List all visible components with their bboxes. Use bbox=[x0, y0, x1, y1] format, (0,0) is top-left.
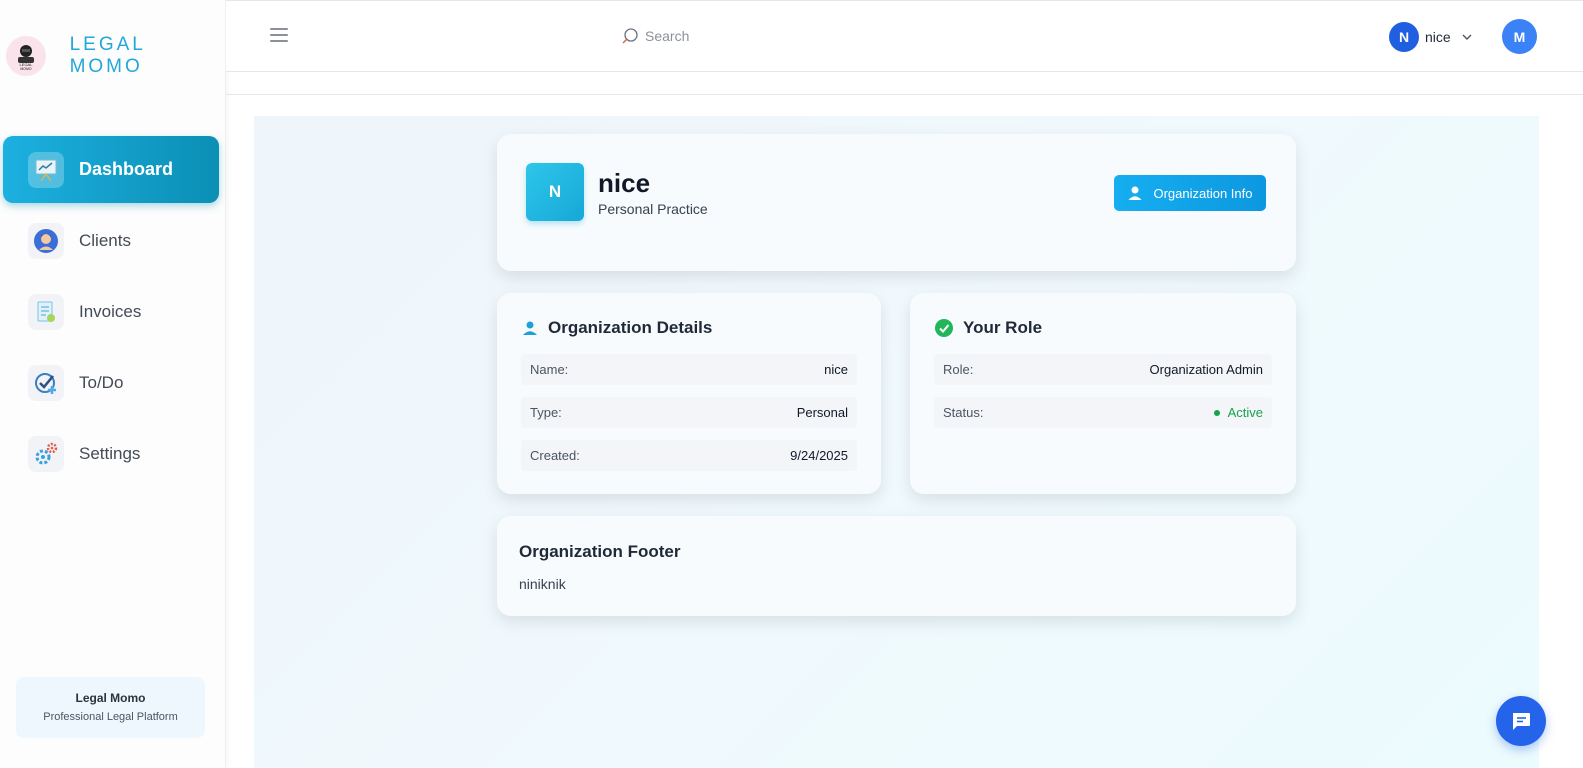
role-value: Organization Admin bbox=[1149, 362, 1263, 377]
sidebar-item-settings[interactable]: Settings bbox=[3, 420, 219, 487]
top-header: Search N nice M bbox=[226, 0, 1583, 72]
user-avatar: N bbox=[1389, 22, 1419, 52]
detail-key: Created: bbox=[530, 448, 580, 463]
footer-text: niniknik bbox=[519, 576, 566, 592]
status-dot-icon bbox=[1213, 409, 1220, 416]
sidebar-footer-subtitle: Professional Legal Platform bbox=[43, 711, 178, 723]
user-name: nice bbox=[1425, 29, 1451, 45]
organization-footer-card: Organization Footer niniknik bbox=[497, 516, 1296, 616]
org-name: nice bbox=[598, 168, 651, 198]
chat-icon bbox=[1513, 713, 1530, 730]
menu-toggle-icon[interactable] bbox=[270, 28, 288, 42]
detail-value: nice bbox=[824, 362, 848, 377]
organization-details-card: Organization Details Name: nice Type: Pe… bbox=[497, 293, 881, 494]
person-icon bbox=[28, 222, 64, 259]
check-plus-icon bbox=[28, 364, 64, 401]
status-row: Status: Active bbox=[934, 397, 1272, 428]
detail-row-type: Type: Personal bbox=[521, 397, 857, 428]
detail-row-created: Created: 9/24/2025 bbox=[521, 440, 857, 471]
user-icon bbox=[523, 321, 537, 335]
org-avatar: N bbox=[526, 163, 584, 221]
search-placeholder: Search bbox=[645, 28, 690, 44]
card-title-text: Organization Details bbox=[548, 318, 713, 337]
user-icon bbox=[1128, 186, 1142, 200]
presentation-chart-icon bbox=[28, 151, 64, 188]
sidebar-footer: Legal Momo Professional Legal Platform bbox=[16, 677, 205, 738]
role-row: Role: Organization Admin bbox=[934, 354, 1272, 385]
check-circle-icon bbox=[935, 319, 953, 337]
sidebar-item-clients[interactable]: Clients bbox=[3, 207, 219, 274]
sidebar-item-label: Clients bbox=[79, 230, 131, 250]
chevron-down-icon bbox=[1462, 34, 1472, 40]
card-title: Your Role bbox=[935, 318, 1042, 338]
invoice-icon bbox=[28, 293, 64, 330]
sidebar-item-todo[interactable]: To/Do bbox=[3, 349, 219, 416]
org-type: Personal Practice bbox=[598, 201, 708, 217]
svg-text:MOMO: MOMO bbox=[20, 67, 32, 71]
sidebar: LEGAL MOMO LEGAL MOMO Dashboard Clients … bbox=[0, 0, 226, 768]
detail-row-name: Name: nice bbox=[521, 354, 857, 385]
brand[interactable]: LEGAL MOMO LEGAL MOMO bbox=[6, 34, 225, 77]
search-icon bbox=[622, 28, 638, 44]
organization-info-label: Organization Info bbox=[1153, 185, 1253, 201]
status-badge: Active bbox=[1213, 405, 1263, 420]
organization-info-button[interactable]: Organization Info bbox=[1114, 175, 1266, 211]
main-content: N nice Personal Practice Organization In… bbox=[254, 116, 1539, 768]
card-title: Organization Details bbox=[522, 318, 712, 338]
sidebar-item-label: To/Do bbox=[79, 372, 124, 392]
sidebar-item-label: Settings bbox=[79, 443, 141, 463]
detail-value: 9/24/2025 bbox=[790, 448, 848, 463]
org-header-card: N nice Personal Practice Organization In… bbox=[497, 134, 1296, 271]
gears-icon bbox=[28, 435, 64, 472]
brand-logo: LEGAL MOMO bbox=[6, 36, 46, 76]
footer-title: Organization Footer bbox=[519, 542, 681, 561]
divider bbox=[226, 94, 1583, 95]
detail-value: Personal bbox=[796, 405, 848, 420]
role-key: Role: bbox=[943, 362, 974, 377]
status-key: Status: bbox=[943, 405, 984, 420]
your-role-card: Your Role Role: Organization Admin Statu… bbox=[910, 293, 1296, 494]
sidebar-footer-title: Legal Momo bbox=[75, 691, 146, 705]
chat-button[interactable] bbox=[1496, 696, 1546, 746]
sidebar-item-dashboard[interactable]: Dashboard bbox=[3, 136, 219, 203]
card-title-text: Your Role bbox=[963, 318, 1043, 337]
user-menu[interactable]: N nice bbox=[1389, 22, 1477, 52]
detail-key: Type: bbox=[530, 405, 562, 420]
detail-key: Name: bbox=[530, 362, 569, 377]
profile-avatar[interactable]: M bbox=[1502, 19, 1537, 54]
status-value: Active bbox=[1227, 405, 1263, 420]
brand-name: LEGAL MOMO bbox=[69, 34, 146, 77]
sidebar-item-label: Dashboard bbox=[79, 159, 174, 179]
sidebar-item-label: Invoices bbox=[79, 301, 142, 321]
search-input[interactable]: Search bbox=[621, 27, 689, 45]
sidebar-item-invoices[interactable]: Invoices bbox=[3, 278, 219, 345]
